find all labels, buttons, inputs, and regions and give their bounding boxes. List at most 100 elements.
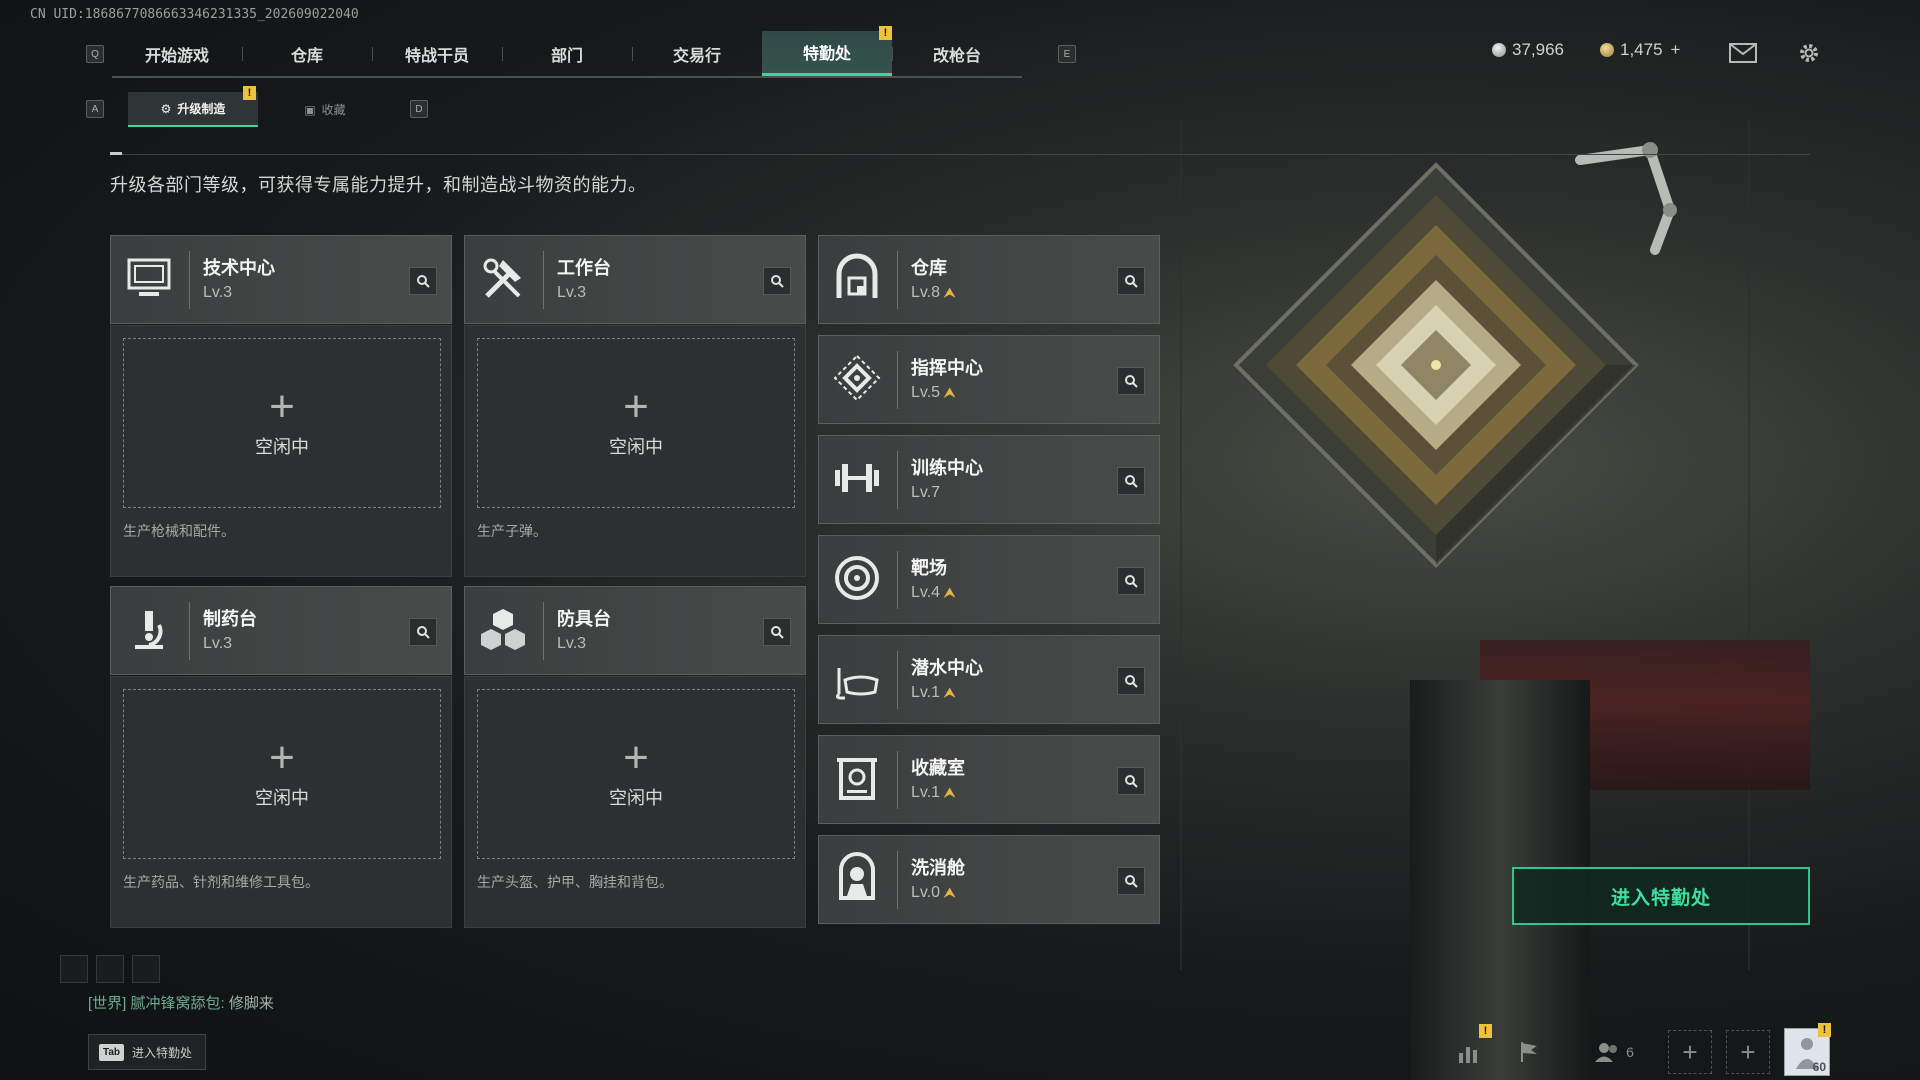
nav-next-key[interactable]: E [1058, 45, 1076, 63]
dept-card-diving-center[interactable]: 潜水中心 Lv.1 ⮝ [818, 635, 1160, 724]
dept-level-text: Lv.3 [203, 635, 233, 652]
tab-gunsmith[interactable]: 改枪台 [892, 31, 1022, 76]
search-icon[interactable] [409, 618, 437, 646]
tab-warehouse[interactable]: 仓库 [242, 31, 372, 76]
command-diamond-icon [833, 354, 881, 402]
slot-description: 生产子弹。 [477, 523, 547, 539]
subtab-next-key[interactable]: D [410, 100, 428, 118]
dept-card-pharmacy[interactable]: 制药台 Lv.3 [110, 586, 452, 675]
armor-boxes-icon [481, 609, 525, 650]
tab-departments[interactable]: 部门 [502, 31, 632, 76]
plus-icon: + [269, 733, 295, 782]
upgrade-arrow-icon: ⮝ [944, 585, 956, 600]
production-slot[interactable]: + 空闲中 [477, 689, 795, 859]
dept-card-tech-center[interactable]: 技术中心 Lv.3 [110, 235, 452, 324]
search-icon[interactable] [409, 267, 437, 295]
search-icon[interactable] [763, 618, 791, 646]
thumbnail [60, 955, 88, 983]
tab-trade[interactable]: 交易行 [632, 31, 762, 76]
slot-status: 空闲中 [609, 437, 663, 457]
stats-chart-icon[interactable]: ! [1448, 1024, 1492, 1074]
chat-message: 修脚来 [228, 995, 274, 1012]
thumbnail [132, 955, 160, 983]
dept-card-shooting-range[interactable]: 靶场 Lv.4 ⮝ [818, 535, 1160, 624]
tab-special-ops[interactable]: 特勤处 ! [762, 26, 892, 76]
dept-card-warehouse[interactable]: 仓库 Lv.8 ⮝ [818, 235, 1160, 324]
dept-card-collection-room[interactable]: 收藏室 Lv.1 ⮝ [818, 735, 1160, 824]
search-icon[interactable] [1117, 667, 1145, 695]
silver-coin-icon [1492, 43, 1506, 57]
upgrade-arrow-icon: ⮝ [944, 285, 956, 300]
dept-level-text: Lv.3 [557, 635, 587, 652]
alert-badge: ! [879, 26, 892, 40]
card-separator [897, 551, 898, 609]
decon-suit-icon [839, 852, 875, 900]
search-icon[interactable] [1117, 567, 1145, 595]
dept-level: Lv.3 [557, 284, 586, 302]
card-separator [897, 351, 898, 409]
uid-text: CN UID:1868677086663346231335_2026090220… [30, 7, 359, 22]
nav-prev-key[interactable]: Q [86, 45, 104, 63]
upgrade-arrow-icon: ⮝ [944, 385, 956, 400]
dept-title: 靶场 [911, 558, 947, 578]
dept-title: 仓库 [911, 258, 947, 278]
add-slot-button[interactable]: + [1726, 1030, 1770, 1074]
production-panel-armor-bench: + 空闲中 生产头盔、护甲、胸挂和背包。 [464, 676, 806, 928]
microscope-icon [135, 611, 163, 649]
slot-description: 生产药品、针剂和维修工具包。 [123, 874, 319, 890]
subtab-alert-badge: ! [243, 86, 256, 100]
search-icon[interactable] [1117, 867, 1145, 895]
gear-icon[interactable] [1794, 40, 1824, 66]
dept-level-text: Lv.1 [911, 784, 941, 801]
dept-card-command-center[interactable]: 指挥中心 Lv.5 ⮝ [818, 335, 1160, 424]
chat-channel: [世界] [88, 995, 127, 1012]
dept-title: 潜水中心 [911, 658, 983, 678]
tab-operators[interactable]: 特战干员 [372, 31, 502, 76]
card-separator [189, 251, 190, 309]
card-separator [897, 451, 898, 509]
dept-card-armor-bench[interactable]: 防具台 Lv.3 [464, 586, 806, 675]
dept-card-workbench[interactable]: 工作台 Lv.3 [464, 235, 806, 324]
slot-status: 空闲中 [255, 788, 309, 808]
production-slot[interactable]: + 空闲中 [477, 338, 795, 508]
add-slot-button[interactable]: + [1668, 1030, 1712, 1074]
tab-start-game[interactable]: 开始游戏 [112, 31, 242, 76]
upgrade-arrow-icon: ⮝ [944, 885, 956, 900]
silver-currency: 37,966 [1492, 40, 1564, 60]
dept-level: Lv.8 ⮝ [911, 284, 955, 302]
card-separator [189, 602, 190, 660]
search-icon[interactable] [763, 267, 791, 295]
top-nav: 开始游戏 仓库 特战干员 部门 交易行 特勤处 ! 改枪台 [112, 26, 1022, 78]
production-slot[interactable]: + 空闲中 [123, 689, 441, 859]
mail-icon[interactable] [1728, 40, 1758, 66]
dept-card-training-center[interactable]: 训练中心 Lv.7 [818, 435, 1160, 524]
subtab-upgrade-craft[interactable]: ⚙ 升级制造 ! [128, 86, 258, 127]
dept-title: 洗消舱 [911, 858, 965, 878]
dept-title: 工作台 [557, 258, 611, 278]
tab-shortcut-hint[interactable]: Tab 进入特勤处 [88, 1034, 206, 1070]
collection-safe-icon [837, 758, 877, 800]
gold-coin-icon [1600, 43, 1614, 57]
card-separator [897, 251, 898, 309]
flag-icon[interactable] [1508, 1030, 1552, 1074]
gold-add-button[interactable]: + [1671, 40, 1681, 60]
search-icon[interactable] [1117, 767, 1145, 795]
dept-level-text: Lv.0 [911, 884, 941, 901]
subtab-prev-key[interactable]: A [86, 100, 104, 118]
enter-special-ops-button[interactable]: 进入特勤处 [1512, 867, 1810, 925]
search-icon[interactable] [1117, 367, 1145, 395]
gold-currency[interactable]: 1,475 + [1600, 40, 1680, 60]
friends-button[interactable]: 6 [1584, 1030, 1644, 1074]
production-slot[interactable]: + 空闲中 [123, 338, 441, 508]
subtab-collection[interactable]: ▣ 收藏 [260, 92, 390, 127]
dept-card-decon-chamber[interactable]: 洗消舱 Lv.0 ⮝ [818, 835, 1160, 924]
search-icon[interactable] [1117, 267, 1145, 295]
production-panel-pharmacy: + 空闲中 生产药品、针剂和维修工具包。 [110, 676, 452, 928]
dept-title: 制药台 [203, 609, 257, 629]
tab-special-ops-label: 特勤处 [802, 46, 851, 63]
chat-line[interactable]: [世界] 腻冲锋窝舔包: 修脚来 [88, 992, 274, 1013]
player-avatar[interactable]: 60 ! [1784, 1023, 1831, 1076]
computer-icon [127, 258, 171, 296]
search-icon[interactable] [1117, 467, 1145, 495]
tab-hint-label: 进入特勤处 [132, 1045, 193, 1060]
